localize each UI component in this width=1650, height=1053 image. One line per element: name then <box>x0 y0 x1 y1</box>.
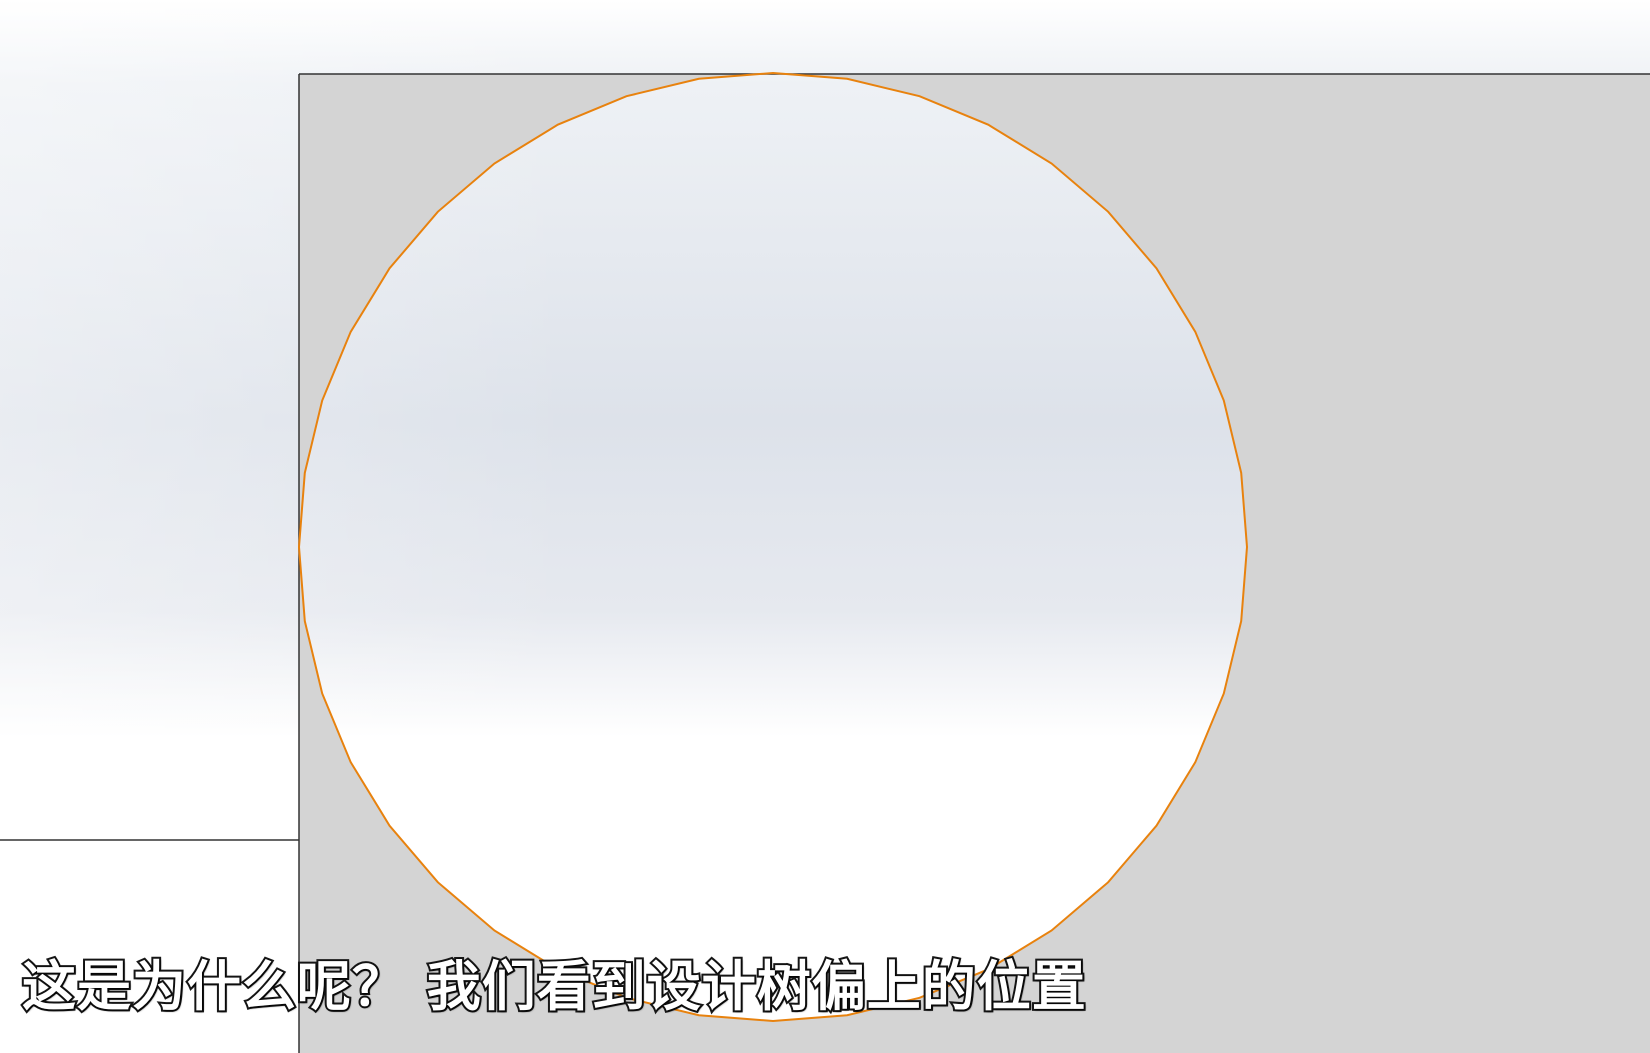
cad-graphics-viewport[interactable]: 这是为什么呢？ 我们看到设计树偏上的位置 <box>0 0 1650 1053</box>
viewport-canvas[interactable] <box>0 0 1650 1053</box>
video-subtitle: 这是为什么呢？ 我们看到设计树偏上的位置 <box>20 953 1088 1020</box>
